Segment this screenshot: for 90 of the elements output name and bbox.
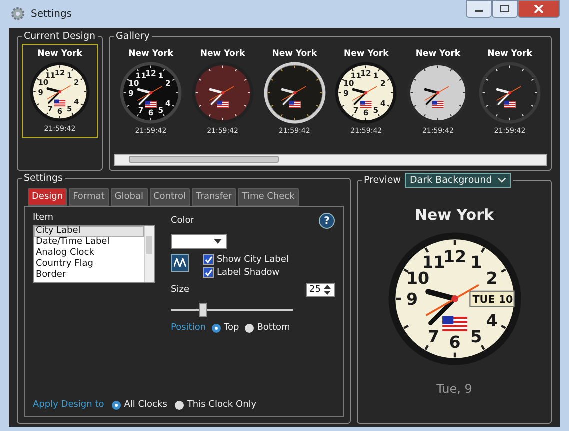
city-label: New York bbox=[128, 49, 174, 59]
flag-icon bbox=[288, 101, 300, 108]
spin-arrows-icon bbox=[324, 285, 331, 295]
city-label: New York bbox=[200, 49, 246, 59]
color-label: Color bbox=[171, 216, 194, 226]
flag-icon bbox=[432, 101, 444, 108]
clock-face bbox=[479, 62, 541, 124]
radio-option[interactable]: Top bbox=[212, 323, 240, 333]
clock-numeral: 5 bbox=[470, 327, 482, 346]
tab[interactable]: Time Check bbox=[238, 188, 299, 206]
city-label: New York bbox=[415, 206, 494, 224]
clock-face bbox=[264, 62, 326, 124]
color-dropdown[interactable] bbox=[171, 234, 227, 249]
tab[interactable]: Global bbox=[110, 188, 148, 206]
date-text: TUE bbox=[472, 294, 495, 306]
close-button[interactable] bbox=[518, 0, 560, 18]
group-title: Current Design bbox=[23, 31, 97, 42]
apply-design-label: Apply Design to bbox=[33, 400, 104, 410]
clock-face bbox=[30, 62, 90, 122]
caret-icon bbox=[498, 178, 506, 184]
tab[interactable]: Format bbox=[69, 188, 109, 206]
clock-numeral: 4 bbox=[486, 312, 498, 331]
checkbox-box[interactable] bbox=[203, 254, 214, 265]
radio-button[interactable] bbox=[245, 324, 254, 332]
vertical-scrollbar[interactable] bbox=[144, 226, 154, 282]
list-item[interactable]: Date/Time Label bbox=[34, 237, 144, 248]
caret-icon bbox=[214, 238, 222, 244]
flag-icon bbox=[360, 101, 372, 108]
clock-numeral: 6 bbox=[448, 333, 460, 352]
tab[interactable]: Control bbox=[150, 188, 190, 206]
city-label: New York bbox=[416, 49, 461, 59]
position-label: Position bbox=[171, 323, 206, 333]
checkbox[interactable]: Show City Label bbox=[203, 254, 289, 265]
checkbox-label: Show City Label bbox=[217, 254, 289, 264]
group-title: Settings bbox=[23, 173, 64, 184]
font-icon bbox=[174, 258, 186, 268]
checkbox[interactable]: Label Shadow bbox=[203, 267, 289, 278]
clock-numeral: 2 bbox=[486, 268, 498, 288]
clock-numeral: 1 bbox=[470, 253, 482, 272]
flag-icon bbox=[504, 101, 516, 108]
help-button[interactable]: ? bbox=[319, 213, 335, 229]
slider-thumb[interactable] bbox=[199, 303, 207, 317]
horizontal-scrollbar[interactable] bbox=[114, 154, 547, 166]
radio-option[interactable]: All Clocks bbox=[112, 400, 168, 410]
checkbox-box[interactable] bbox=[203, 267, 214, 278]
maximize-button[interactable] bbox=[492, 0, 518, 18]
size-spinner[interactable]: 25 bbox=[306, 283, 335, 297]
group-title: Gallery bbox=[115, 31, 151, 42]
radio-label: Bottom bbox=[257, 323, 290, 333]
close-icon bbox=[534, 5, 544, 13]
clock-face bbox=[120, 62, 182, 124]
maximize-icon bbox=[500, 5, 510, 13]
group-title: Preview bbox=[364, 175, 401, 186]
scrollbar-thumb[interactable] bbox=[129, 156, 279, 163]
radio-button[interactable] bbox=[212, 324, 222, 332]
radio-label: All Clocks bbox=[124, 400, 168, 410]
radio-option[interactable]: Bottom bbox=[245, 323, 290, 333]
clock-numeral: 12 bbox=[442, 247, 466, 266]
city-label: New York bbox=[38, 49, 82, 59]
clock-numeral: 7 bbox=[427, 327, 439, 346]
list-item[interactable]: City Label bbox=[34, 226, 144, 237]
gear-icon bbox=[11, 7, 25, 21]
radio-label: Top bbox=[224, 323, 240, 333]
date-label: Tue, 9 bbox=[436, 382, 472, 396]
date-window bbox=[469, 290, 514, 308]
flag-icon bbox=[217, 101, 229, 108]
checkbox-label: Label Shadow bbox=[217, 268, 280, 278]
window-title: Settings bbox=[31, 8, 72, 20]
clock-face bbox=[336, 62, 398, 124]
list-item[interactable]: Border bbox=[34, 270, 144, 281]
size-slider[interactable] bbox=[171, 302, 293, 318]
radio-button[interactable] bbox=[175, 400, 184, 410]
list-item[interactable]: Country Flag bbox=[34, 259, 144, 270]
size-label: Size bbox=[171, 285, 190, 295]
list-item[interactable]: Analog Clock bbox=[34, 248, 144, 259]
tab[interactable]: Transfer bbox=[192, 188, 236, 206]
clock-numeral: 9 bbox=[406, 290, 418, 310]
font-button[interactable] bbox=[171, 254, 189, 272]
flag-icon bbox=[442, 316, 467, 332]
background-dropdown[interactable]: Dark Background bbox=[404, 173, 512, 188]
city-label: New York bbox=[344, 49, 389, 59]
minimize-button[interactable] bbox=[466, 0, 492, 18]
date-text: 10 bbox=[498, 294, 513, 306]
city-label: New York bbox=[272, 49, 317, 59]
radio-button[interactable] bbox=[112, 400, 122, 410]
city-label: New York bbox=[488, 49, 532, 59]
item-label: Item bbox=[33, 213, 54, 223]
size-value: 25 bbox=[310, 285, 321, 295]
tab[interactable]: Design bbox=[28, 188, 68, 206]
flag-icon bbox=[145, 101, 157, 108]
